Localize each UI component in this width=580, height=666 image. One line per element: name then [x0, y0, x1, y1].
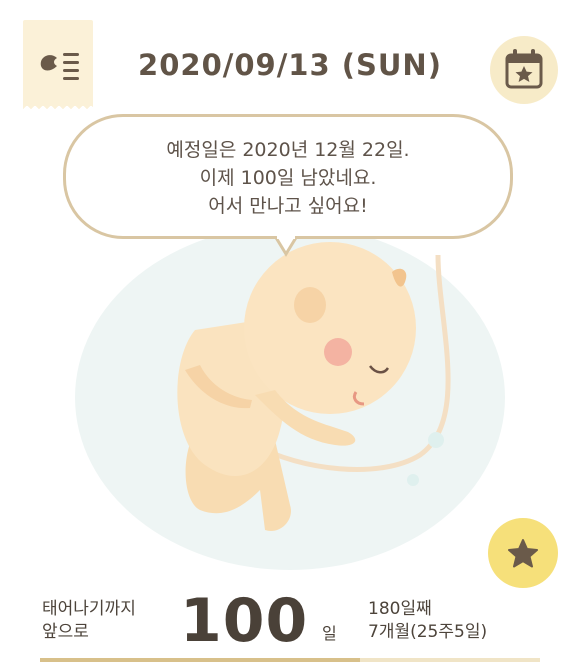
- pregnancy-day-count: 180일째: [368, 599, 432, 619]
- speech-bubble-tail: [275, 236, 297, 257]
- days-left-message: 이제 100일 남았네요.: [199, 167, 377, 189]
- speech-bubble: 예정일은 2020년 12월 22일. 이제 100일 남았네요. 어서 만나고…: [63, 114, 513, 239]
- pregnancy-progress-fill: [40, 658, 360, 662]
- pregnancy-progress-label: 180일째 7개월(25주5일): [368, 598, 487, 644]
- due-date-message: 예정일은 2020년 12월 22일.: [166, 139, 410, 161]
- countdown-label: 태어나기까지 앞으로: [42, 598, 136, 644]
- star-icon: [508, 539, 538, 568]
- countdown-label-line1: 태어나기까지: [42, 599, 136, 619]
- pregnancy-month-week: 7개월(25주5일): [368, 622, 488, 642]
- favorite-button[interactable]: [488, 518, 558, 588]
- countdown-label-line2: 앞으로: [42, 622, 89, 642]
- days-remaining: 100: [180, 586, 309, 656]
- pregnancy-progress-bar: [40, 658, 540, 662]
- countdown-panel: 태어나기까지 앞으로 100 일 180일째 7개월(25주5일): [0, 586, 580, 666]
- days-unit: 일: [322, 624, 337, 643]
- greeting-message: 어서 만나고 싶어요!: [208, 195, 368, 217]
